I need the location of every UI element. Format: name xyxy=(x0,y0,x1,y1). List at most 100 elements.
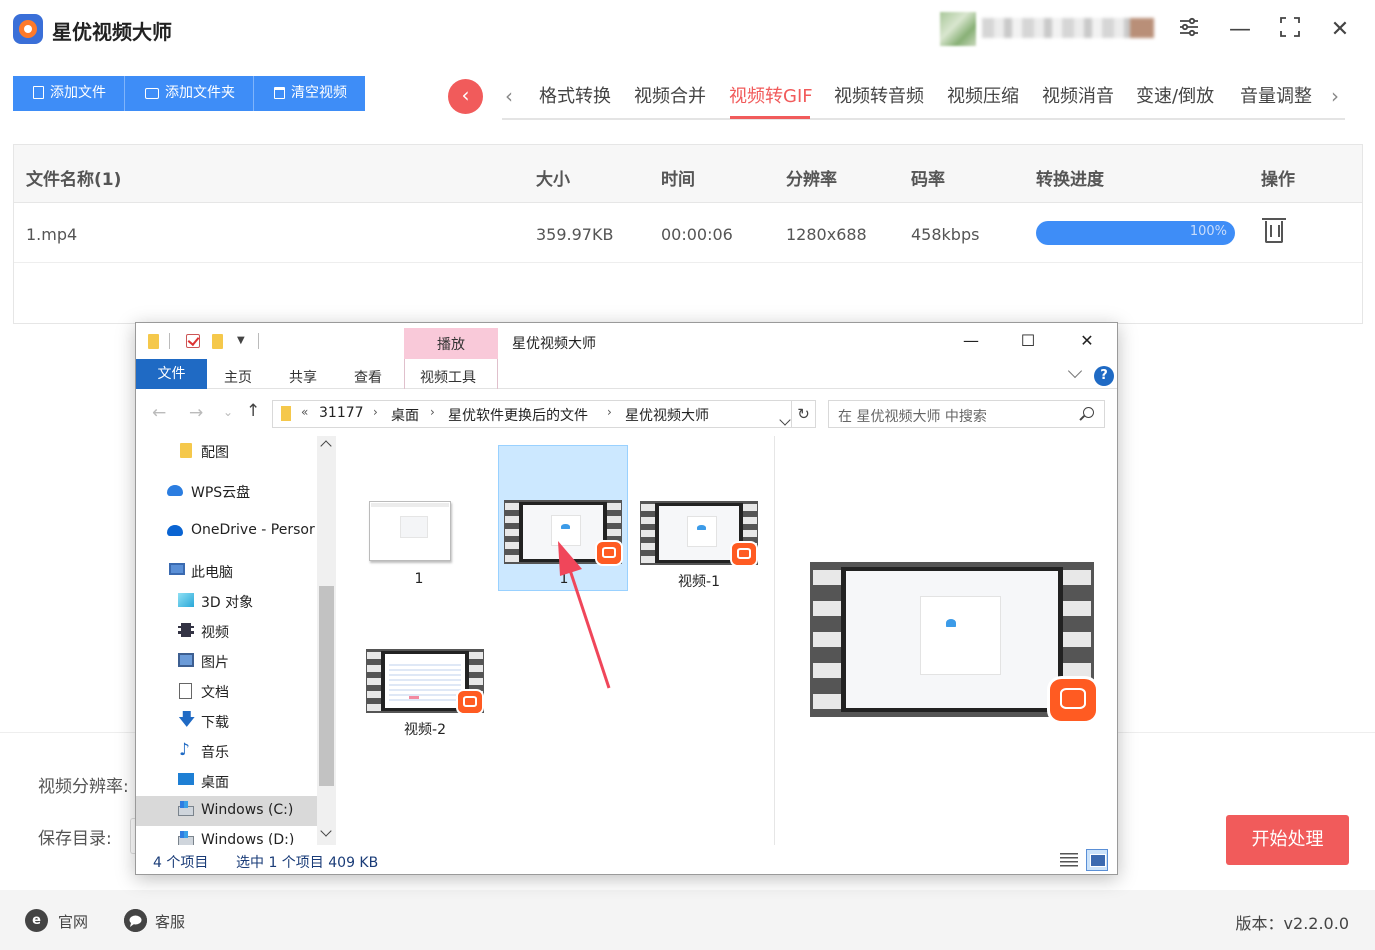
tab-video-compress[interactable]: 视频压缩 xyxy=(947,82,1019,108)
delete-trash-icon[interactable] xyxy=(1262,218,1286,243)
nav-item-onedrive[interactable]: OneDrive - Persor xyxy=(136,516,318,546)
tab-speed-reverse[interactable]: 变速/倒放 xyxy=(1136,82,1214,108)
tab-format-convert[interactable]: 格式转换 xyxy=(539,82,611,108)
preview-pane xyxy=(775,436,1117,845)
context-tab-play[interactable]: 播放 xyxy=(404,328,498,360)
tab-video-merge[interactable]: 视频合并 xyxy=(634,82,706,108)
nav-item-documents[interactable]: 文档 xyxy=(136,676,318,706)
nav-scrollbar[interactable] xyxy=(317,436,336,845)
nav-label: 文档 xyxy=(201,685,229,701)
col-actions: 操作 xyxy=(1261,170,1295,190)
navigation-pane: 配图 WPS云盘 OneDrive - Persor 此电脑 3D 对象 视频 … xyxy=(136,436,336,845)
nav-item-drive-d[interactable]: Windows (D:) xyxy=(136,826,318,845)
add-file-label: 添加文件 xyxy=(50,85,106,101)
new-folder-icon[interactable] xyxy=(212,334,223,349)
progress-bar: 100% xyxy=(1036,221,1235,245)
onedrive-icon xyxy=(167,525,183,536)
scrollbar-thumb[interactable] xyxy=(319,586,334,786)
tab-video-mute[interactable]: 视频消音 xyxy=(1042,82,1114,108)
function-tabs: 格式转换 视频合并 视频转GIF 视频转音频 视频压缩 视频消音 变速/倒放 音… xyxy=(502,80,1345,120)
chat-bubble-icon[interactable] xyxy=(124,909,147,932)
col-bitrate: 码率 xyxy=(911,170,945,190)
details-view-icon[interactable] xyxy=(1060,853,1078,867)
quick-access-folder-icon[interactable] xyxy=(148,334,159,349)
nav-item-desktop[interactable]: 桌面 xyxy=(136,766,318,796)
start-processing-button[interactable]: 开始处理 xyxy=(1226,815,1349,865)
folder-icon xyxy=(145,88,159,99)
nav-item-wps-cloud[interactable]: WPS云盘 xyxy=(136,476,318,506)
col-resolution: 分辨率 xyxy=(786,170,837,190)
nav-item-downloads[interactable]: 🡇 下载 xyxy=(136,706,318,736)
tab-video-to-gif[interactable]: 视频转GIF xyxy=(729,82,813,108)
explorer-close-icon[interactable]: ✕ xyxy=(1077,331,1097,351)
address-history-dropdown-icon[interactable] xyxy=(779,414,791,426)
website-link[interactable]: 官网 xyxy=(58,911,88,932)
nav-item-drive-c[interactable]: Windows (C:) xyxy=(136,796,318,826)
file-explorer-window: ▼ 播放 星优视频大师 — ☐ ✕ 文件 主页 共享 查看 视频工具 ? ← →… xyxy=(135,322,1118,875)
properties-check-icon[interactable] xyxy=(186,334,200,348)
breadcrumb-desktop[interactable]: 桌面 xyxy=(391,405,419,425)
customer-service-link[interactable]: 客服 xyxy=(155,911,185,932)
large-icons-view-icon[interactable] xyxy=(1086,849,1108,871)
ribbon-expand-chevron-icon[interactable] xyxy=(1067,363,1083,379)
refresh-icon[interactable]: ↻ xyxy=(792,400,816,428)
breadcrumb-overflow[interactable]: « xyxy=(301,405,308,419)
ribbon-tab-file[interactable]: 文件 xyxy=(136,359,207,389)
breadcrumb-renamed-files[interactable]: 星优软件更换后的文件 xyxy=(448,405,588,425)
save-dir-label: 保存目录: xyxy=(38,829,112,849)
customize-dropdown-icon[interactable]: ▼ xyxy=(237,335,245,346)
help-icon[interactable]: ? xyxy=(1094,366,1114,386)
ribbon-tab-home[interactable]: 主页 xyxy=(224,367,252,387)
scroll-up-icon[interactable] xyxy=(320,440,332,452)
settings-sliders-icon[interactable] xyxy=(1175,16,1203,44)
app-titlebar: 星优视频大师 — ✕ xyxy=(0,0,1375,62)
nav-label: WPS云盘 xyxy=(191,485,251,501)
nav-item-peitu[interactable]: 配图 xyxy=(136,436,318,466)
tab-video-to-audio[interactable]: 视频转音频 xyxy=(834,82,924,108)
search-input[interactable]: 在 星优视频大师 中搜索 xyxy=(828,400,1105,428)
breadcrumb-31177[interactable]: 31177 xyxy=(319,405,364,421)
quick-access-separator xyxy=(169,333,170,349)
tab-volume-adjust[interactable]: 音量调整 xyxy=(1240,82,1312,108)
nav-label: 配图 xyxy=(201,445,229,461)
explorer-maximize-icon[interactable]: ☐ xyxy=(1018,331,1038,351)
nav-item-videos[interactable]: 视频 xyxy=(136,616,318,646)
computer-icon xyxy=(169,563,185,575)
website-icon[interactable]: e xyxy=(25,909,48,932)
clear-videos-button[interactable]: 清空视频 xyxy=(254,76,365,111)
address-box[interactable]: « 31177 › 桌面 › 星优软件更换后的文件 › 星优视频大师 xyxy=(272,400,792,428)
explorer-minimize-icon[interactable]: — xyxy=(961,331,981,351)
close-icon[interactable]: ✕ xyxy=(1326,16,1354,44)
file-toolbar: 添加文件 添加文件夹 清空视频 xyxy=(13,76,365,111)
nav-item-music[interactable]: ♪ 音乐 xyxy=(136,736,318,766)
breadcrumb-current-folder[interactable]: 星优视频大师 xyxy=(625,405,709,425)
address-bar-row: ← → ⌄ ↑ « 31177 › 桌面 › 星优软件更换后的文件 › 星优视频… xyxy=(136,390,1117,436)
nav-label: 音乐 xyxy=(201,745,229,761)
breadcrumb-sep-icon: › xyxy=(607,405,612,419)
maximize-icon[interactable] xyxy=(1276,16,1304,44)
nav-back-icon[interactable]: ← xyxy=(152,403,166,423)
explorer-statusbar: 4 个项目 选中 1 个项目 409 KB xyxy=(136,845,1117,874)
add-file-button[interactable]: 添加文件 xyxy=(13,76,125,111)
row-filename: 1.mp4 xyxy=(26,225,78,244)
table-row[interactable]: 1.mp4 359.97KB 00:00:06 1280x688 458kbps… xyxy=(14,203,1362,263)
back-button[interactable]: ‹ xyxy=(448,79,483,114)
app-logo-icon xyxy=(13,14,43,44)
nav-item-pictures[interactable]: 图片 xyxy=(136,646,318,676)
user-avatar[interactable] xyxy=(940,12,976,46)
ribbon-tab-share[interactable]: 共享 xyxy=(289,367,317,387)
ribbon-tab-view[interactable]: 查看 xyxy=(354,367,382,387)
scroll-down-icon[interactable] xyxy=(320,825,332,837)
explorer-title: 星优视频大师 xyxy=(512,336,596,352)
nav-item-3d-objects[interactable]: 3D 对象 xyxy=(136,586,318,616)
nav-up-icon[interactable]: ↑ xyxy=(246,401,260,421)
recent-locations-icon[interactable]: ⌄ xyxy=(223,405,233,419)
minimize-icon[interactable]: — xyxy=(1226,16,1254,44)
add-folder-button[interactable]: 添加文件夹 xyxy=(125,76,254,111)
search-placeholder: 在 星优视频大师 中搜索 xyxy=(838,409,987,425)
nav-forward-icon[interactable]: → xyxy=(189,403,203,423)
ribbon-tab-video-tools[interactable]: 视频工具 xyxy=(420,367,476,387)
user-name-blurred[interactable] xyxy=(982,18,1154,38)
nav-item-this-pc[interactable]: 此电脑 xyxy=(136,556,318,586)
desktop-icon xyxy=(178,773,194,785)
